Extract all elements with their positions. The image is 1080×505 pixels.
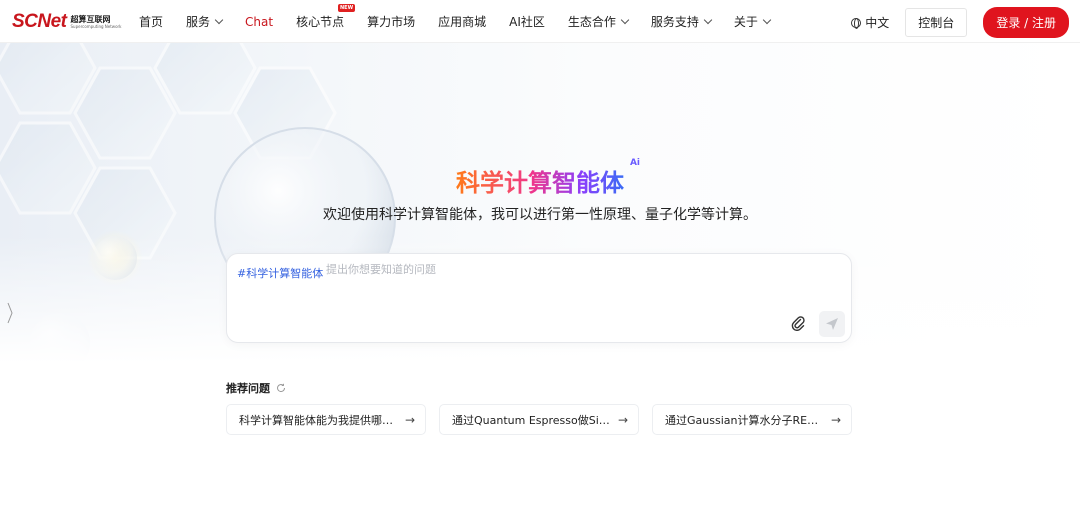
hero-title-wrap: 科学计算智能体 Ai xyxy=(0,158,1080,198)
scnet-logo[interactable]: SCNet 超算互联网 Supercomputing Network xyxy=(12,11,122,33)
language-switcher[interactable]: 中文 xyxy=(851,14,889,31)
send-icon xyxy=(826,318,838,330)
send-button[interactable] xyxy=(819,311,845,337)
recommend-card[interactable]: 科学计算智能体能为我提供哪些服务？ → xyxy=(226,404,426,435)
recommend-header: 推荐问题 xyxy=(226,380,286,396)
nav-item-home[interactable]: 首页 xyxy=(139,13,163,30)
recommend-title: 推荐问题 xyxy=(226,382,270,395)
recommend-card[interactable]: 通过Gaussian计算水分子RESP电荷 → xyxy=(652,404,852,435)
nav-label: 生态合作 xyxy=(567,15,616,29)
chevron-down-icon xyxy=(620,15,630,24)
nav-label: AI社区 xyxy=(509,15,545,29)
recommend-card[interactable]: 通过Quantum Espresso做Si晶体的计算 → xyxy=(439,404,639,435)
logo-en: Supercomputing Network xyxy=(70,23,122,29)
nav-label: 算力市场 xyxy=(367,15,416,29)
nav-label: 服务支持 xyxy=(650,15,699,29)
main-nav: 首页 服务 Chat 核心节点 NEW 算力市场 应用商城 AI社区 生态合作 服… xyxy=(139,0,793,43)
recommend-text: 通过Quantum Espresso做Si晶体的计算 xyxy=(452,413,610,427)
chevron-down-icon xyxy=(214,15,224,24)
paperclip-icon[interactable] xyxy=(790,315,806,331)
nav-item-ecosystem[interactable]: 生态合作 xyxy=(567,13,630,30)
refresh-icon[interactable] xyxy=(276,383,286,393)
logo-cn: 超算互联网 xyxy=(70,14,111,24)
nav-item-core-nodes[interactable]: 核心节点 NEW xyxy=(296,4,356,30)
page-title: 科学计算智能体 Ai xyxy=(456,158,640,198)
language-label: 中文 xyxy=(865,16,890,30)
nav-item-ai-community[interactable]: AI社区 xyxy=(509,13,545,30)
logo-subtitle: 超算互联网 Supercomputing Network xyxy=(70,14,122,29)
nav-label: 应用商城 xyxy=(438,15,487,29)
nav-label: 核心节点 xyxy=(296,15,345,29)
nav-item-compute-market[interactable]: 算力市场 xyxy=(367,13,415,30)
top-header: SCNet 超算互联网 Supercomputing Network 首页 服务… xyxy=(0,0,1080,43)
nav-item-app-store[interactable]: 应用商城 xyxy=(438,13,486,30)
console-button[interactable]: 控制台 xyxy=(905,8,968,37)
nav-label: 首页 xyxy=(139,15,164,29)
header-actions: 中文 控制台 登录 / 注册 xyxy=(851,7,1069,38)
agent-tag[interactable]: #科学计算智能体 xyxy=(237,265,323,281)
arrow-right-icon: → xyxy=(830,412,841,427)
chat-input-box: #科学计算智能体 xyxy=(226,253,852,343)
nav-item-support[interactable]: 服务支持 xyxy=(650,13,713,30)
nav-item-services[interactable]: 服务 xyxy=(186,13,224,30)
new-badge: NEW xyxy=(337,4,356,12)
recommend-text: 科学计算智能体能为我提供哪些服务？ xyxy=(239,413,397,427)
globe-icon xyxy=(851,17,862,29)
arrow-right-icon: → xyxy=(404,412,415,427)
arrow-right-icon: → xyxy=(617,412,628,427)
nav-label: 服务 xyxy=(186,15,211,29)
nav-label: 关于 xyxy=(733,15,758,29)
question-input[interactable] xyxy=(326,263,826,276)
nav-item-about[interactable]: 关于 xyxy=(733,13,772,30)
chevron-down-icon xyxy=(703,15,713,24)
ai-icon: Ai xyxy=(629,158,640,168)
logo-wordmark: SCNet xyxy=(12,11,67,32)
sidebar-expand-icon[interactable] xyxy=(6,302,14,324)
nav-item-chat[interactable]: Chat xyxy=(245,15,273,29)
nav-label: Chat xyxy=(245,14,274,29)
page-title-text: 科学计算智能体 xyxy=(456,169,624,197)
chevron-down-icon xyxy=(762,15,772,24)
recommend-text: 通过Gaussian计算水分子RESP电荷 xyxy=(665,413,823,427)
page-subtitle: 欢迎使用科学计算智能体，我可以进行第一性原理、量子化学等计算。 xyxy=(323,207,757,223)
login-register-button[interactable]: 登录 / 注册 xyxy=(983,7,1069,38)
recommend-list: 科学计算智能体能为我提供哪些服务？ → 通过Quantum Espresso做S… xyxy=(226,404,865,435)
